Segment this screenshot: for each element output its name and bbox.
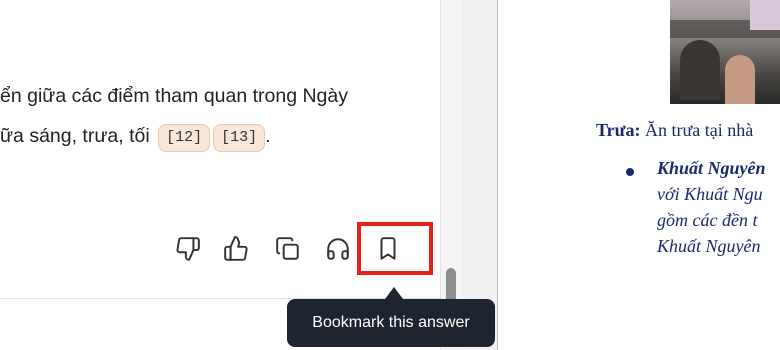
copy-icon xyxy=(276,237,299,260)
bookmark-button[interactable] xyxy=(368,228,408,270)
document-heading-label: Trưa: xyxy=(596,120,641,140)
answer-text: ển giữa các điểm tham quan trong Ngày ữa… xyxy=(0,78,440,158)
dislike-button[interactable] xyxy=(168,228,208,270)
document-list-line-4: Khuất Nguyên xyxy=(657,236,761,256)
document-list-item: Khuất Nguyên với Khuất Ngu gồm các đền t… xyxy=(657,155,766,259)
thumbs-up-icon xyxy=(224,236,248,261)
answer-line-2-end: . xyxy=(265,125,271,147)
answer-line-2: ữa sáng, trưa, tối [12] [13]. xyxy=(0,118,440,158)
document-heading: Trưa: Ăn trưa tại nhà xyxy=(596,120,753,141)
tooltip-arrow xyxy=(385,287,403,299)
document-list-line-3: gồm các đền t xyxy=(657,210,758,230)
document-photo xyxy=(670,0,780,104)
document-pane: Trưa: Ăn trưa tại nhà Khuất Nguyên với K… xyxy=(499,0,780,350)
answer-line-2-text: ữa sáng, trưa, tối xyxy=(0,125,150,147)
citation-12[interactable]: [12] xyxy=(158,124,211,152)
document-list-line-2: với Khuất Ngu xyxy=(657,184,763,204)
citation-13[interactable]: [13] xyxy=(213,124,266,152)
copy-button[interactable] xyxy=(268,228,308,270)
thumbs-down-icon xyxy=(176,237,200,261)
document-list-line-1: Khuất Nguyên xyxy=(657,158,766,178)
document-bullet xyxy=(626,168,634,176)
document-heading-text: Ăn trưa tại nhà xyxy=(640,120,754,140)
bookmark-icon xyxy=(380,237,396,260)
like-button[interactable] xyxy=(216,228,256,270)
listen-button[interactable] xyxy=(318,228,358,270)
pane-separator xyxy=(462,0,498,350)
chat-answer-pane: ển giữa các điểm tham quan trong Ngày ữa… xyxy=(0,0,445,350)
bookmark-tooltip: Bookmark this answer xyxy=(287,299,495,347)
answer-line-1: ển giữa các điểm tham quan trong Ngày xyxy=(0,85,349,107)
headphones-icon xyxy=(327,238,349,260)
